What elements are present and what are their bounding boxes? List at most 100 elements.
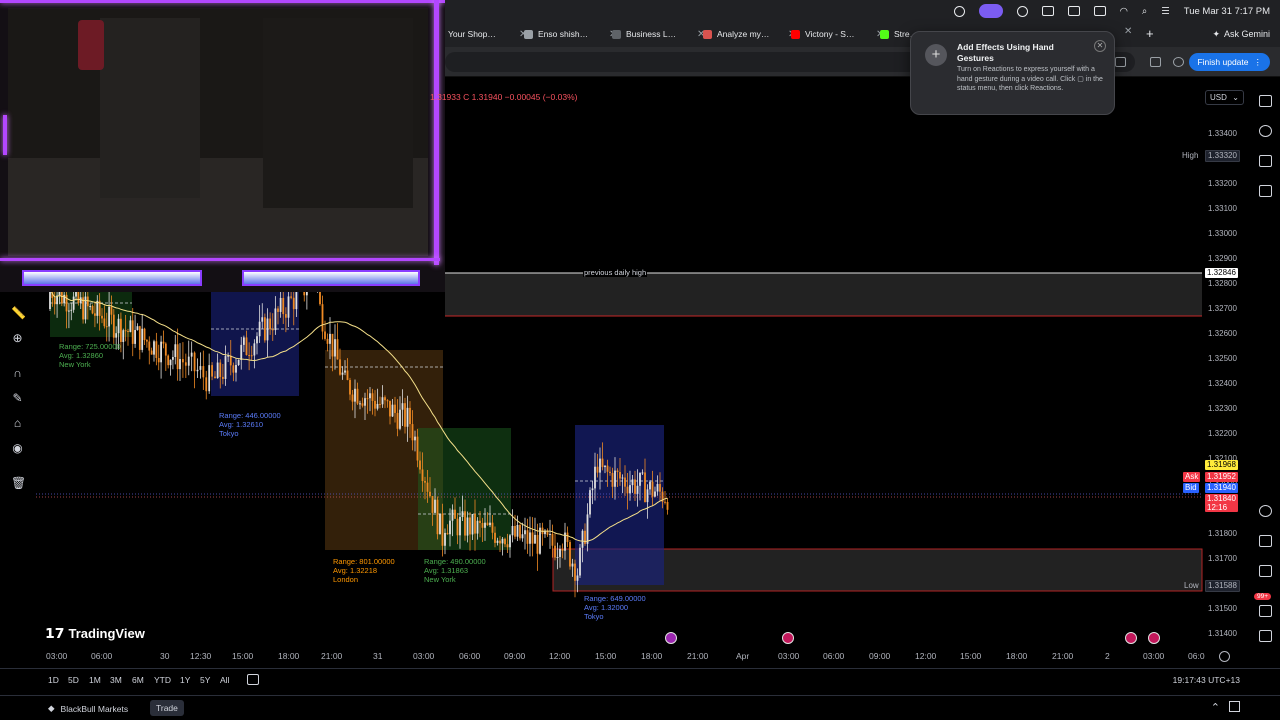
target-icon[interactable]	[1259, 505, 1272, 517]
profile-icon[interactable]	[1173, 57, 1184, 67]
trade-tab[interactable]: Trade	[150, 700, 184, 716]
calendar-icon[interactable]	[1259, 565, 1272, 577]
magnet-icon[interactable]: ∩	[11, 367, 24, 380]
play-icon[interactable]	[1016, 5, 1028, 17]
candle-body	[529, 532, 531, 544]
pencil-lock-icon[interactable]: ✎	[11, 392, 24, 405]
candle-body	[424, 481, 426, 483]
broker-selector[interactable]: ◆ BlackBull Markets	[48, 703, 128, 714]
period-button[interactable]: 5Y	[200, 675, 210, 685]
keyboard-icon[interactable]	[1041, 6, 1054, 16]
candle-body	[94, 313, 96, 316]
bid-value: 1.31940	[1205, 483, 1238, 493]
menubar-clock[interactable]: Tue Mar 31 7:17 PM	[1184, 6, 1270, 17]
date-range-icon[interactable]	[247, 674, 259, 685]
currency-select[interactable]: USD ⌄	[1205, 90, 1244, 105]
shield-icon[interactable]	[953, 5, 965, 17]
install-icon[interactable]	[1115, 57, 1126, 67]
candle-body	[594, 466, 596, 489]
tab-close-icon[interactable]: ✕	[1124, 26, 1132, 37]
extensions-icon[interactable]	[1150, 57, 1161, 67]
candle-body	[49, 289, 51, 309]
us-flag-event-icon[interactable]	[1148, 632, 1160, 644]
tab-label: Enso shish…	[538, 29, 589, 39]
display-icon[interactable]	[1067, 6, 1080, 16]
us-flag-event-icon[interactable]	[782, 632, 794, 644]
candle-body	[284, 314, 287, 318]
battery-icon[interactable]	[1093, 6, 1106, 16]
candle-body	[84, 296, 87, 320]
candle-body	[559, 548, 561, 557]
broadcast-icon[interactable]	[1259, 605, 1272, 617]
candle-body	[110, 306, 113, 315]
us-flag-event-icon[interactable]	[1125, 632, 1137, 644]
candle-body	[193, 352, 196, 372]
browser-tab[interactable]: Enso shish…✕	[524, 26, 617, 42]
wifi-icon[interactable]: ◠	[1120, 6, 1128, 17]
neon-frame-top	[0, 0, 445, 3]
period-button[interactable]: 6M	[132, 675, 144, 685]
tradingview-logo[interactable]: 𝟭𝟳 TradingView	[45, 625, 145, 642]
price-tick-label: 1.32200	[1208, 429, 1237, 438]
gear-icon[interactable]	[1219, 651, 1230, 662]
broker-logo-icon: ◆	[48, 703, 55, 713]
period-button[interactable]: All	[220, 675, 229, 685]
candle-body	[664, 501, 666, 503]
tab-label: Victony - S…	[805, 29, 855, 39]
time-tick-label: 06:00	[823, 651, 845, 661]
candle-body	[521, 534, 524, 539]
event-marker[interactable]	[665, 632, 677, 644]
lock-icon[interactable]: ⌂	[11, 417, 24, 430]
browser-tab[interactable]: Analyze my…✕	[703, 26, 796, 42]
browser-tab[interactable]: Your Shop…✕	[434, 26, 527, 42]
help-icon[interactable]	[1259, 630, 1272, 642]
time-tick-label: 12:00	[549, 651, 571, 661]
close-icon[interactable]: ✕	[1094, 40, 1106, 52]
video-effects-icon[interactable]	[978, 4, 1003, 18]
candle-body	[409, 407, 411, 425]
candle-body	[184, 362, 187, 366]
alerts-clock-icon[interactable]	[1259, 125, 1272, 137]
layers-icon[interactable]	[1259, 155, 1272, 167]
candle-body	[250, 355, 253, 357]
browser-tab[interactable]: Victony - S…✕	[791, 26, 884, 42]
trash-icon[interactable]: 🗑	[11, 477, 26, 490]
chevron-up-icon[interactable]: ⌃	[1211, 701, 1220, 714]
spotlight-search-icon[interactable]: ⌕	[1142, 6, 1147, 17]
control-center-icon[interactable]: ☰	[1161, 6, 1170, 17]
eye-icon[interactable]: ◉	[11, 442, 24, 455]
broker-bar: ◆ BlackBull Markets Trade ⌃	[0, 695, 1280, 720]
reactions-notification[interactable]: + Add Effects Using Hand Gestures Turn o…	[910, 31, 1115, 115]
candle-body	[591, 488, 594, 491]
macos-menubar: ◠ ⌕ ☰ Tue Mar 31 7:17 PM	[953, 3, 1270, 19]
watchlist-icon[interactable]	[1259, 95, 1272, 107]
price-tick-label: 1.33400	[1208, 129, 1237, 138]
replay-icon[interactable]	[1259, 535, 1272, 547]
candle-body	[429, 491, 431, 497]
ask-gemini-button[interactable]: ✦ Ask Gemini	[1212, 26, 1270, 42]
finish-update-button[interactable]: Finish update ⋮	[1189, 53, 1270, 71]
zoom-in-icon[interactable]: ⊕	[11, 332, 24, 345]
maximize-icon[interactable]	[1229, 701, 1240, 712]
new-tab-button[interactable]: +	[1146, 26, 1154, 41]
browser-tab[interactable]: Business L… ✕	[612, 26, 705, 42]
timezone-clock[interactable]: 19:17:43 UTC+13	[1173, 675, 1240, 685]
price-tick-label: 1.32400	[1208, 379, 1237, 388]
period-button[interactable]: 1Y	[180, 675, 190, 685]
ruler-icon[interactable]: 📏	[11, 307, 26, 320]
kebab-menu-icon: ⋮	[1253, 56, 1263, 67]
period-button[interactable]: YTD	[154, 675, 171, 685]
candle-body	[499, 540, 501, 544]
notification-body: Turn on Reactions to express yourself wi…	[957, 66, 1103, 92]
candle-body	[466, 517, 469, 536]
candle-body	[606, 465, 609, 472]
period-button[interactable]: 1D	[48, 675, 59, 685]
session-range-label: Range: 725.00000 Avg: 1.32860 New York	[59, 342, 121, 369]
candle-body	[636, 485, 639, 494]
period-button[interactable]: 1M	[89, 675, 101, 685]
chat-icon[interactable]	[1259, 185, 1272, 197]
candle-body	[419, 460, 421, 470]
period-button[interactable]: 5D	[68, 675, 79, 685]
period-button[interactable]: 3M	[110, 675, 122, 685]
time-tick-label: 21:00	[1052, 651, 1074, 661]
